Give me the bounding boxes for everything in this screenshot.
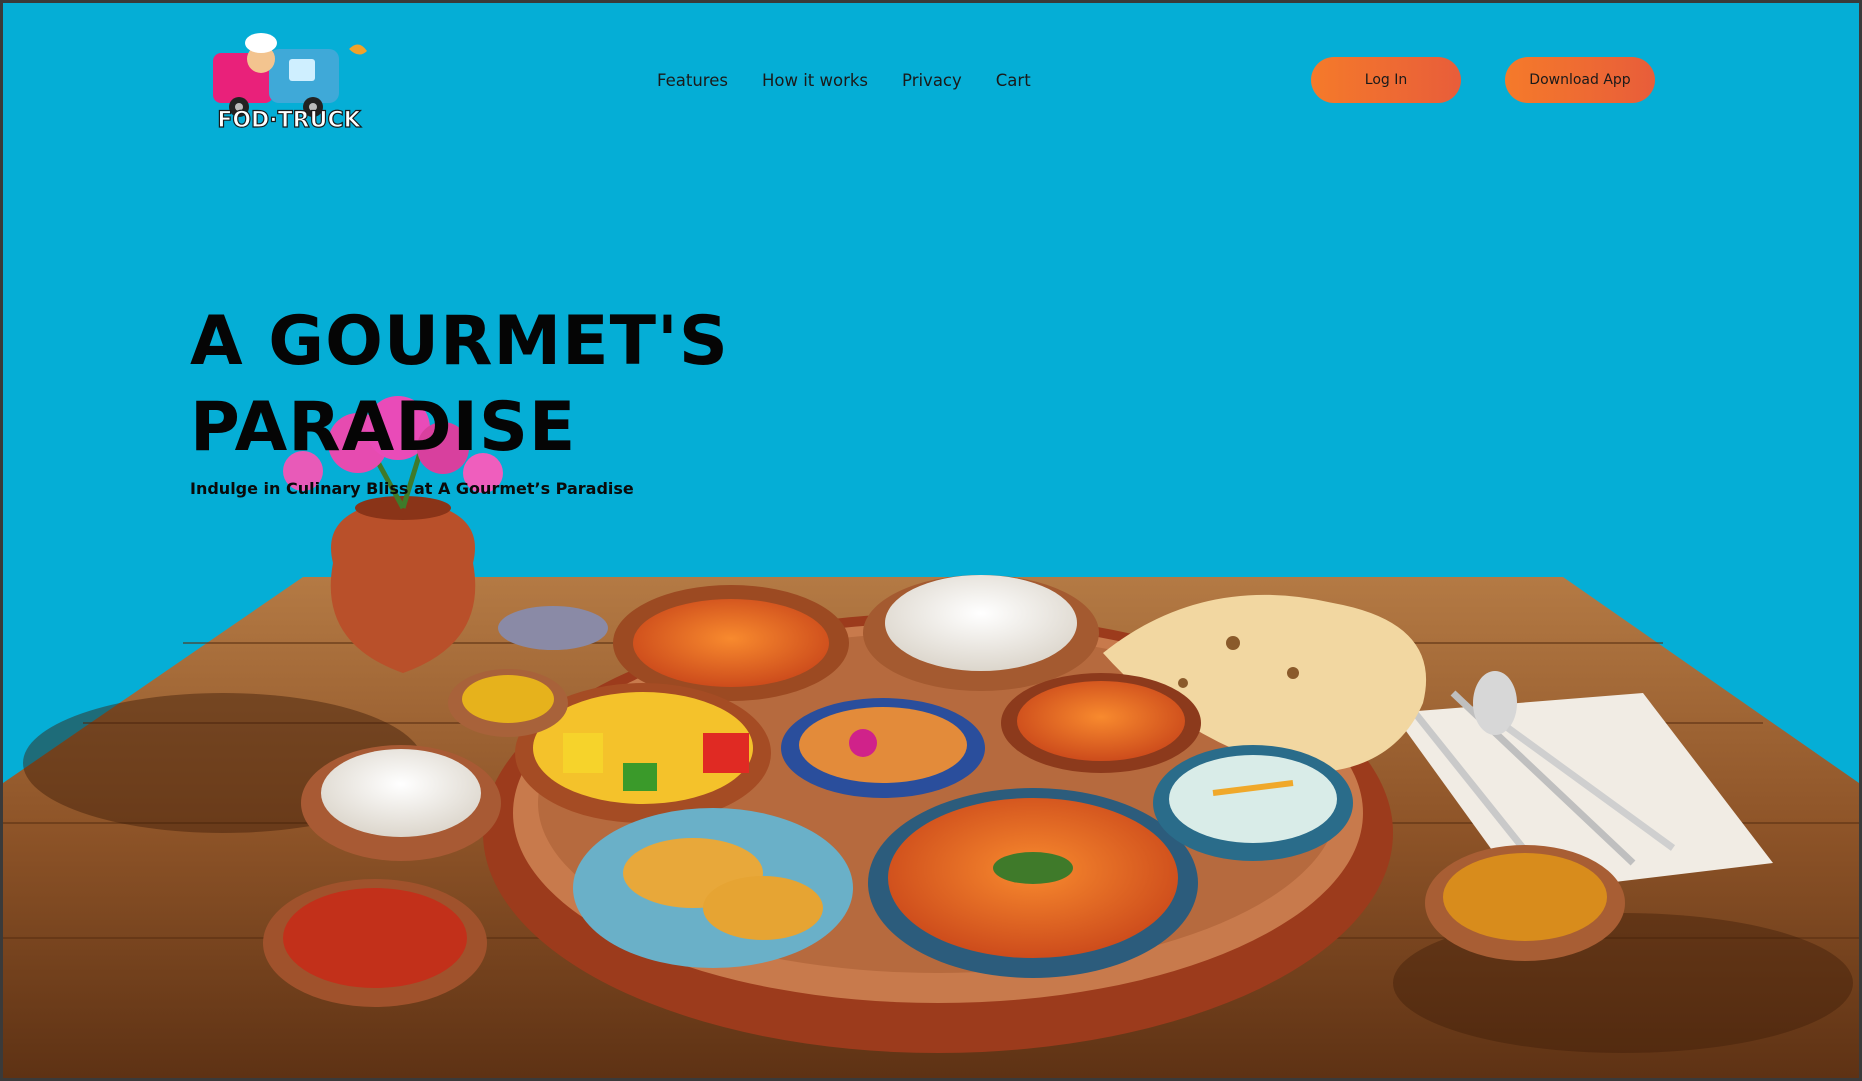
spoon-icon — [1473, 671, 1517, 735]
hero-title-line2: PARADISE — [190, 388, 577, 467]
hero-title: A GOURMET'S PARADISE — [190, 299, 810, 471]
hero-food-image — [3, 396, 1859, 1078]
page-frame: FOD·TRUCK Features How it works Privacy … — [3, 3, 1859, 1078]
hero-title-line1: A GOURMET'S — [190, 302, 729, 381]
hero-subtitle: Indulge in Culinary Bliss at A Gourmet’s… — [190, 479, 634, 498]
